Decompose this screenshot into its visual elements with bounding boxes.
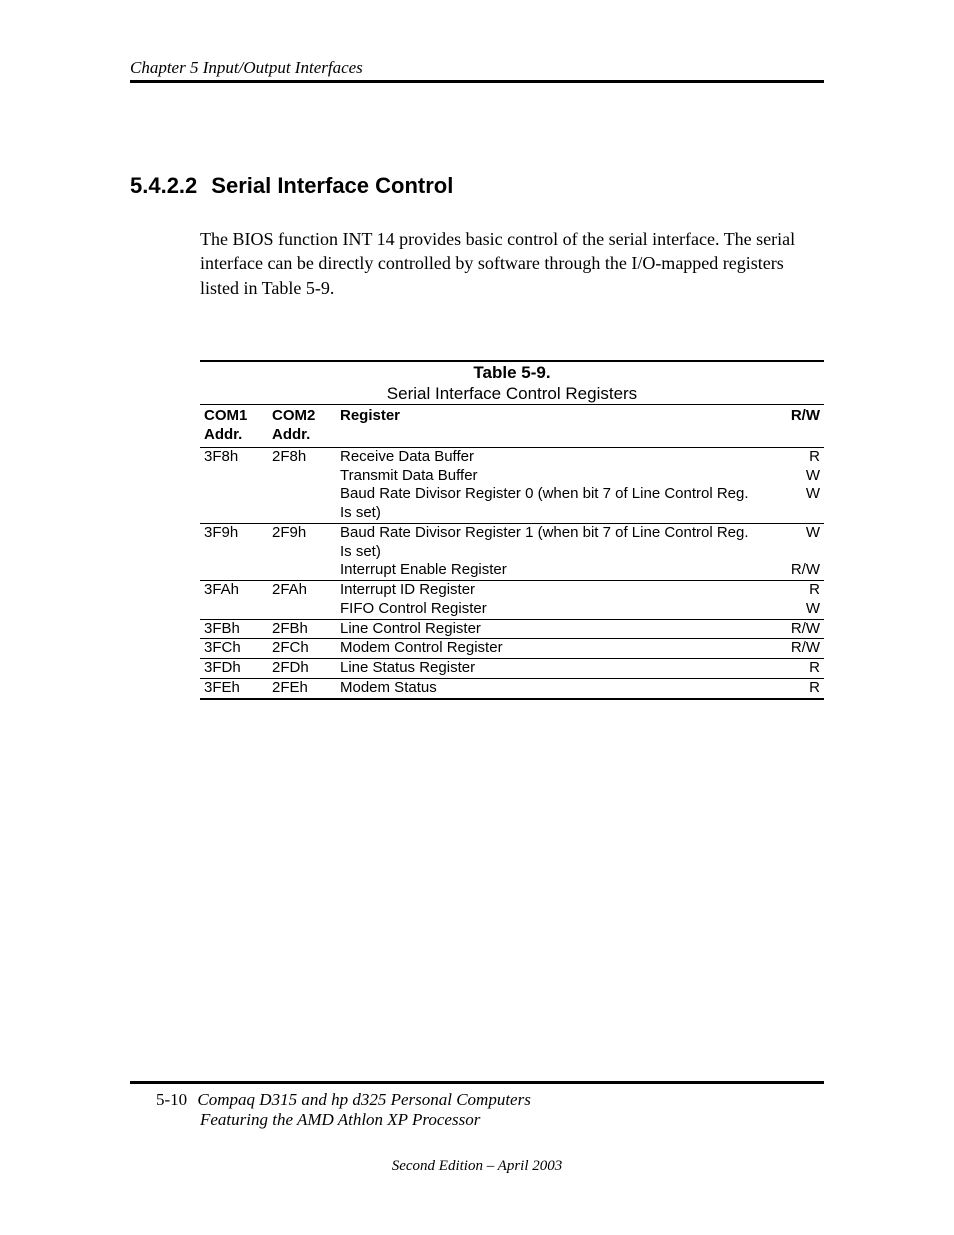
register-table: Table 5-9. Serial Interface Control Regi… — [200, 360, 824, 700]
cell-register: Line Status Register — [336, 659, 766, 679]
section-title: Serial Interface Control — [211, 173, 453, 198]
cell-rw: R/W — [766, 561, 824, 580]
footer-edition: Second Edition – April 2003 — [130, 1158, 824, 1175]
cell-com1 — [200, 467, 268, 486]
cell-rw: R — [766, 447, 824, 466]
table-row: 3FDh2FDhLine Status RegisterR — [200, 659, 824, 679]
col-header-rw: R/W — [766, 405, 824, 448]
cell-com2 — [268, 485, 336, 523]
cell-register: Transmit Data Buffer — [336, 467, 766, 486]
section-heading: 5.4.2.2 Serial Interface Control — [130, 173, 824, 199]
cell-com2: 2FCh — [268, 639, 336, 659]
col-header-register: Register — [336, 405, 766, 448]
cell-com2: 2FEh — [268, 678, 336, 698]
table-row: Interrupt Enable RegisterR/W — [200, 561, 824, 580]
table-row: 3FEh2FEhModem StatusR — [200, 678, 824, 698]
cell-rw: W — [766, 485, 824, 523]
section-paragraph: The BIOS function INT 14 provides basic … — [200, 227, 824, 300]
cell-com2 — [268, 600, 336, 619]
table-row: 3FBh2FBhLine Control RegisterR/W — [200, 619, 824, 639]
page: Chapter 5 Input/Output Interfaces 5.4.2.… — [0, 0, 954, 1235]
table-row: 3FAh2FAhInterrupt ID RegisterR — [200, 581, 824, 600]
cell-register: Line Control Register — [336, 619, 766, 639]
page-footer: 5-10 Compaq D315 and hp d325 Personal Co… — [130, 1081, 824, 1175]
cell-com2 — [268, 467, 336, 486]
cell-register: Modem Status — [336, 678, 766, 698]
cell-rw: R/W — [766, 639, 824, 659]
col-header-com1: COM1Addr. — [200, 405, 268, 448]
cell-com2: 2FBh — [268, 619, 336, 639]
cell-rw: R — [766, 678, 824, 698]
cell-com2: 2FDh — [268, 659, 336, 679]
footer-title-1: Compaq D315 and hp d325 Personal Compute… — [197, 1090, 530, 1109]
cell-rw: W — [766, 600, 824, 619]
cell-rw: R/W — [766, 619, 824, 639]
cell-rw: W — [766, 467, 824, 486]
table-row: Transmit Data BufferW — [200, 467, 824, 486]
cell-rw: R — [766, 581, 824, 600]
cell-com2 — [268, 561, 336, 580]
cell-register: Baud Rate Divisor Register 0 (when bit 7… — [336, 485, 766, 523]
running-header: Chapter 5 Input/Output Interfaces — [130, 58, 824, 83]
cell-register: Baud Rate Divisor Register 1 (when bit 7… — [336, 523, 766, 561]
table-row: 3FCh2FChModem Control RegisterR/W — [200, 639, 824, 659]
cell-com1 — [200, 600, 268, 619]
col-header-com2: COM2Addr. — [268, 405, 336, 448]
cell-com1: 3FCh — [200, 639, 268, 659]
cell-register: FIFO Control Register — [336, 600, 766, 619]
cell-com1 — [200, 561, 268, 580]
cell-rw: W — [766, 523, 824, 561]
footer-rule — [130, 1081, 824, 1084]
table-row: Baud Rate Divisor Register 0 (when bit 7… — [200, 485, 824, 523]
footer-title-2: Featuring the AMD Athlon XP Processor — [200, 1110, 824, 1130]
table-5-9: Table 5-9. Serial Interface Control Regi… — [200, 360, 824, 700]
cell-register: Modem Control Register — [336, 639, 766, 659]
cell-register: Interrupt ID Register — [336, 581, 766, 600]
cell-register: Receive Data Buffer — [336, 447, 766, 466]
cell-com1: 3F9h — [200, 523, 268, 561]
cell-rw: R — [766, 659, 824, 679]
table-row: FIFO Control RegisterW — [200, 600, 824, 619]
cell-com1: 3FAh — [200, 581, 268, 600]
cell-com2: 2FAh — [268, 581, 336, 600]
footer-line-1: 5-10 Compaq D315 and hp d325 Personal Co… — [130, 1090, 824, 1110]
section-number: 5.4.2.2 — [130, 173, 197, 199]
page-number: 5-10 — [156, 1090, 187, 1110]
cell-com2: 2F9h — [268, 523, 336, 561]
cell-com2: 2F8h — [268, 447, 336, 466]
cell-com1: 3F8h — [200, 447, 268, 466]
cell-com1: 3FBh — [200, 619, 268, 639]
cell-com1: 3FDh — [200, 659, 268, 679]
table-caption: Serial Interface Control Registers — [200, 383, 824, 405]
cell-com1 — [200, 485, 268, 523]
cell-com1: 3FEh — [200, 678, 268, 698]
cell-register: Interrupt Enable Register — [336, 561, 766, 580]
table-row: 3F8h2F8hReceive Data BufferR — [200, 447, 824, 466]
table-header-row: COM1Addr. COM2Addr. Register R/W — [200, 405, 824, 448]
table-label: Table 5-9. — [200, 361, 824, 383]
table-row: 3F9h2F9hBaud Rate Divisor Register 1 (wh… — [200, 523, 824, 561]
